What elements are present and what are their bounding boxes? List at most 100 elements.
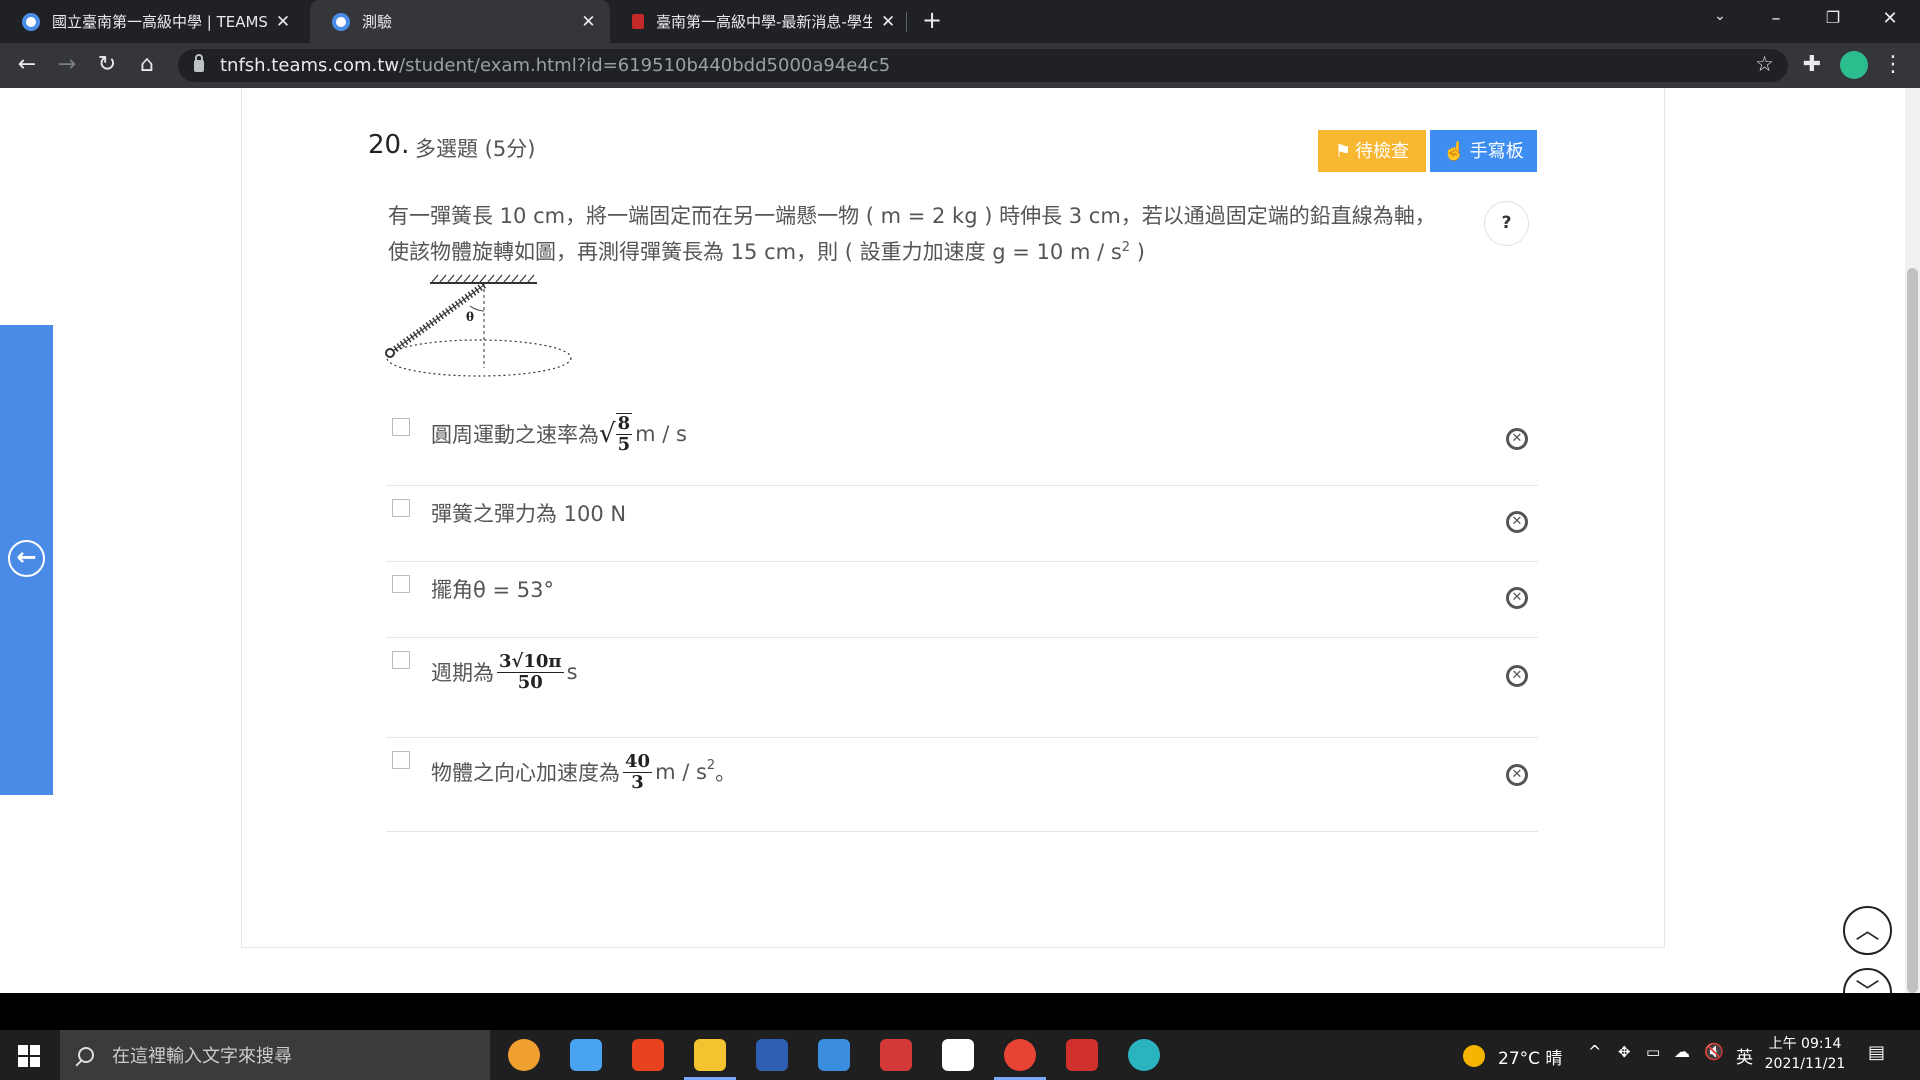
stem-line-2-text: 使該物體旋轉如圖，再測得彈簧長為 15 cm，則 ( 設重力加速度 g = 10… xyxy=(388,240,1122,264)
windows-taskbar: 在這裡輸入文字來搜尋 27°C 晴 ^ ✥ ▭ ☁ 🔇 英 上午 09:14 2… xyxy=(0,1030,1920,1080)
exam-page: ← 20. 多選題 (5分) ⚑ 待檢查 ☝ 手寫板 有一彈簧長 10 cm，將一端… xyxy=(0,88,1920,993)
eliminate-option-a-icon[interactable]: ✕ xyxy=(1506,428,1528,450)
option-d-checkbox[interactable] xyxy=(392,651,410,669)
option-c[interactable]: 擺角θ = 53° ✕ xyxy=(386,562,1538,638)
ime-indicator[interactable]: 英 xyxy=(1736,1043,1753,1068)
pending-review-button[interactable]: ⚑ 待檢查 xyxy=(1318,130,1426,172)
school-crest-icon xyxy=(632,14,644,29)
option-d-label: 週期為 xyxy=(431,661,494,685)
help-button[interactable]: ? xyxy=(1484,201,1529,246)
eliminate-option-c-icon[interactable]: ✕ xyxy=(1506,587,1528,609)
close-icon[interactable]: ✕ xyxy=(275,12,291,32)
browser-tab-bar: 國立臺南第一高級中學 | TEAMS ✕ 測驗 ✕ 臺南第一高級中學-最新消息-… xyxy=(0,0,1920,43)
taskbar-clock[interactable]: 上午 09:14 2021/11/21 xyxy=(1760,1034,1850,1074)
clock-date: 2021/11/21 xyxy=(1764,1056,1846,1072)
office-icon[interactable] xyxy=(632,1039,664,1071)
sun-weather-icon[interactable] xyxy=(1463,1045,1485,1067)
chrome-icon[interactable] xyxy=(994,1039,1046,1080)
scroll-down-chevron-icon[interactable]: ﹀ xyxy=(1843,968,1892,993)
address-bar[interactable]: tnfsh.teams.com.tw/student/exam.html?id=… xyxy=(178,49,1788,82)
sqrt-symbol: √ 8 5 xyxy=(599,413,633,455)
option-a-unit: m / s xyxy=(635,422,687,446)
presentation-icon[interactable] xyxy=(1066,1039,1098,1071)
search-placeholder: 在這裡輸入文字來搜尋 xyxy=(112,1046,292,1067)
taskbar-search-box[interactable]: 在這裡輸入文字來搜尋 xyxy=(60,1030,490,1080)
mail-icon[interactable] xyxy=(818,1039,850,1071)
tab-school-news[interactable]: 臺南第一高級中學-最新消息-學生 ✕ xyxy=(610,0,910,43)
onedrive-cloud-icon[interactable]: ☁ xyxy=(1674,1042,1690,1061)
close-icon[interactable]: ✕ xyxy=(581,12,596,32)
side-panel: ← xyxy=(0,325,53,795)
eliminate-option-d-icon[interactable]: ✕ xyxy=(1506,665,1528,687)
menu-kebab-icon[interactable]: ⋮ xyxy=(1879,51,1907,79)
file-explorer-icon[interactable] xyxy=(684,1039,736,1080)
tab-teams[interactable]: 國立臺南第一高級中學 | TEAMS ✕ xyxy=(0,0,310,43)
tray-chevron-up-icon[interactable]: ^ xyxy=(1588,1042,1601,1061)
windows-start-icon[interactable] xyxy=(18,1045,40,1067)
teams-favicon-icon xyxy=(22,12,40,31)
close-icon[interactable]: ✕ xyxy=(880,12,896,32)
battery-icon[interactable]: ▭ xyxy=(1646,1043,1660,1061)
search-icon xyxy=(78,1047,94,1063)
handwriting-pad-button[interactable]: ☝ 手寫板 xyxy=(1430,130,1537,172)
back-arrow-icon[interactable]: ← xyxy=(13,51,41,79)
acceleration-fraction: 40 3 xyxy=(623,751,653,793)
weather-text[interactable]: 27°C 晴 xyxy=(1498,1044,1562,1069)
dropbox-icon[interactable]: ✥ xyxy=(1618,1043,1631,1061)
devcpp-icon[interactable] xyxy=(756,1039,788,1071)
store-icon[interactable] xyxy=(570,1039,602,1071)
clock-time: 上午 09:14 xyxy=(1768,1036,1842,1052)
edge-icon[interactable] xyxy=(1128,1039,1160,1071)
option-e-label: 物體之向心加速度為 xyxy=(431,761,620,785)
hand-pointer-icon: ☝ xyxy=(1443,141,1466,161)
reload-icon[interactable]: ↻ xyxy=(93,51,121,79)
browser-toolbar: ← → ↻ ⌂ tnfsh.teams.com.tw/student/exam.… xyxy=(0,43,1920,88)
stem-superscript: 2 xyxy=(1121,240,1131,255)
eliminate-option-e-icon[interactable]: ✕ xyxy=(1506,764,1528,786)
option-a-label: 圓周運動之速率為 xyxy=(431,423,599,447)
forward-arrow-icon[interactable]: → xyxy=(53,51,81,79)
home-icon[interactable]: ⌂ xyxy=(133,51,161,79)
bookmark-icon: ⚑ xyxy=(1334,141,1352,161)
tab-separator xyxy=(906,12,907,32)
new-tab-icon[interactable]: + xyxy=(922,6,942,34)
option-e[interactable]: 物體之向心加速度為 40 3 m / s2 。 ✕ xyxy=(386,738,1538,832)
option-b-text: 彈簧之彈力為 100 N xyxy=(431,502,627,526)
gift-icon[interactable] xyxy=(880,1039,912,1071)
url-path: /student/exam.html?id=619510b440bdd5000a… xyxy=(399,55,891,76)
theta-label: θ xyxy=(466,310,474,324)
tab-exam[interactable]: 測驗 ✕ xyxy=(310,0,610,43)
option-a[interactable]: 圓周運動之速率為 √ 8 5 m / s ✕ xyxy=(386,404,1538,486)
speaker-muted-icon[interactable]: 🔇 xyxy=(1704,1042,1724,1061)
restore-icon[interactable]: ❐ xyxy=(1813,8,1853,27)
scroll-up-chevron-icon[interactable]: ︿ xyxy=(1843,906,1892,955)
extensions-puzzle-icon[interactable]: ✚ xyxy=(1798,51,1826,79)
eliminate-option-b-icon[interactable]: ✕ xyxy=(1506,511,1528,533)
option-d-text: 週期為 3√10π 50 s xyxy=(431,644,578,700)
option-b-checkbox[interactable] xyxy=(392,499,410,517)
option-e-checkbox[interactable] xyxy=(392,751,410,769)
scrollbar-thumb[interactable] xyxy=(1907,268,1918,993)
minimize-icon[interactable]: – xyxy=(1756,8,1796,29)
option-d[interactable]: 週期為 3√10π 50 s ✕ xyxy=(386,638,1538,738)
question-stem: 有一彈簧長 10 cm，將一端固定而在另一端懸一物 ( m = 2 kg ) 時… xyxy=(388,200,1468,268)
tab-title: 國立臺南第一高級中學 | TEAMS xyxy=(52,13,267,31)
fraction-denominator: 50 xyxy=(517,671,543,693)
profile-avatar[interactable] xyxy=(1840,51,1868,79)
option-b[interactable]: 彈簧之彈力為 100 N ✕ xyxy=(386,486,1538,562)
stem-line-2-end: ) xyxy=(1130,240,1145,264)
notification-center-icon[interactable]: ▤ xyxy=(1868,1042,1885,1063)
option-a-text: 圓周運動之速率為 √ 8 5 m / s xyxy=(431,404,687,464)
back-circle-arrow-icon[interactable]: ← xyxy=(8,540,45,577)
bookmark-star-icon[interactable]: ☆ xyxy=(1755,52,1774,76)
lock-icon[interactable] xyxy=(194,53,204,72)
url-host: tnfsh.teams.com.tw xyxy=(220,55,400,76)
option-a-checkbox[interactable] xyxy=(392,418,410,436)
app-icon-1[interactable] xyxy=(508,1039,540,1071)
tab-title: 測驗 xyxy=(362,13,393,31)
window-close-icon[interactable]: ✕ xyxy=(1870,8,1910,29)
google-icon[interactable] xyxy=(942,1039,974,1071)
tab-search-icon[interactable]: ⌄ xyxy=(1700,8,1740,24)
page-scrollbar[interactable] xyxy=(1905,88,1920,993)
option-c-checkbox[interactable] xyxy=(392,575,410,593)
